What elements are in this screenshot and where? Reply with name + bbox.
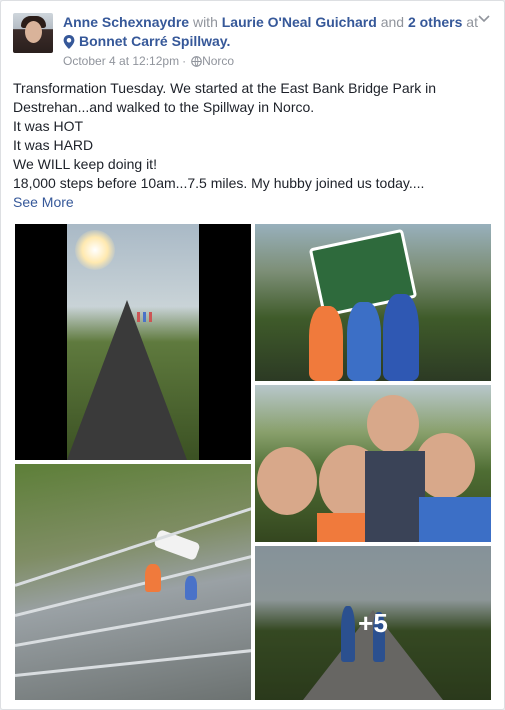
photo-person xyxy=(145,564,161,592)
more-photos-count[interactable]: +5 xyxy=(255,546,491,700)
header-line: Anne Schexnaydre with Laurie O'Neal Guic… xyxy=(63,13,483,32)
and-word: and xyxy=(380,14,405,30)
post-text: Transformation Tuesday. We started at th… xyxy=(13,79,493,212)
avatar-face xyxy=(25,21,42,43)
photo-walking-path[interactable] xyxy=(15,224,251,460)
railing-bar xyxy=(15,551,251,617)
post-line: 18,000 steps before 10am...7.5 miles. My… xyxy=(13,175,425,191)
post-meta: October 4 at 12:12pm · Norco xyxy=(63,54,483,68)
photo-walker xyxy=(143,312,146,322)
post-line: We WILL keep doing it! xyxy=(13,156,157,172)
post-header: Anne Schexnaydre with Laurie O'Neal Guic… xyxy=(63,13,483,68)
selfie-shirt xyxy=(419,497,491,542)
meta-separator: · xyxy=(182,54,187,68)
photo-more[interactable]: +5 xyxy=(255,546,491,700)
photo-scene xyxy=(67,224,199,460)
photo-person xyxy=(309,306,343,381)
photo-selfie[interactable] xyxy=(255,385,491,542)
railing-bar xyxy=(15,646,251,677)
post-timestamp[interactable]: October 4 at 12:12pm xyxy=(63,54,179,68)
photo-railings[interactable] xyxy=(15,464,251,700)
selfie-face xyxy=(367,395,419,453)
photo-park-sign[interactable] xyxy=(255,224,491,381)
selfie-shirt xyxy=(365,451,425,542)
photo-walker xyxy=(149,312,152,322)
others-link[interactable]: 2 others xyxy=(408,14,462,30)
post-line: Transformation Tuesday. We started at th… xyxy=(13,80,437,115)
with-word: with xyxy=(192,14,218,30)
tagged-friend-link[interactable]: Laurie O'Neal Guichard xyxy=(222,14,377,30)
see-more-link[interactable]: See More xyxy=(13,194,74,210)
selfie-face xyxy=(257,447,317,515)
author-name[interactable]: Anne Schexnaydre xyxy=(63,14,189,30)
map-pin-icon xyxy=(63,34,75,49)
photo-walker xyxy=(137,312,140,322)
location-row: Bonnet Carré Spillway. xyxy=(63,32,483,51)
photo-road xyxy=(67,300,187,460)
author-avatar[interactable] xyxy=(13,13,53,53)
place-short: Norco xyxy=(202,54,235,68)
post-card: Anne Schexnaydre with Laurie O'Neal Guic… xyxy=(0,0,505,710)
globe-icon[interactable] xyxy=(191,55,202,67)
photo-person xyxy=(347,302,381,381)
post-line: It was HOT xyxy=(13,118,84,134)
post-line: It was HARD xyxy=(13,137,94,153)
at-word: at xyxy=(466,14,478,30)
location-link[interactable]: Bonnet Carré Spillway. xyxy=(79,32,230,51)
chevron-down-icon[interactable] xyxy=(478,15,490,23)
photo-person xyxy=(185,576,197,600)
photo-sun xyxy=(75,230,115,270)
photo-person xyxy=(383,294,419,381)
railing-bar xyxy=(15,503,251,587)
